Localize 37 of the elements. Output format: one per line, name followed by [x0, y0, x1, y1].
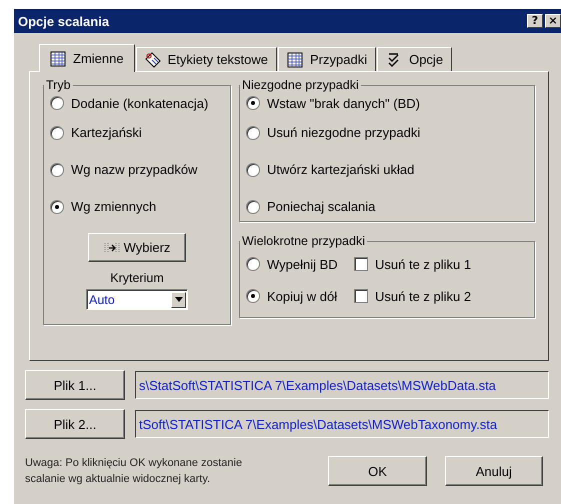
group-title: Tryb: [45, 78, 72, 92]
checkbox-option[interactable]: Usuń te z pliku 1: [354, 248, 472, 280]
radio-option[interactable]: Wg zmiennych: [50, 188, 224, 225]
file-button[interactable]: Plik 2...: [25, 409, 125, 439]
checkbox-option[interactable]: Usuń te z pliku 2: [354, 280, 472, 312]
tab[interactable]: Etykiety tekstowe: [136, 47, 278, 71]
note-text: Uwaga: Po kliknięciu OK wykonane zostanie scalanie wg aktualnie widocznej karty.: [25, 456, 244, 487]
radio-option[interactable]: Kartezjański: [50, 114, 224, 151]
tab[interactable]: Opcje: [377, 47, 452, 71]
help-button[interactable]: ?: [527, 14, 543, 28]
dropdown-arrow-icon: [174, 297, 182, 302]
file-path-field[interactable]: s\StatSoft\STATISTICA 7\Examples\Datasets\MSWebData.sta: [135, 371, 549, 399]
window-title: Opcje scalania: [18, 14, 110, 28]
tab[interactable]: Przypadki: [278, 47, 376, 71]
tag-icon: [144, 52, 161, 68]
grid-icon: [50, 50, 66, 66]
radio-option[interactable]: Usuń niezgodne przypadki: [246, 114, 528, 151]
radio-option[interactable]: Wstaw "brak danych" (BD): [246, 92, 528, 114]
close-button[interactable]: ×: [545, 14, 561, 28]
radio-option[interactable]: Utwórz kartezjański układ: [246, 151, 528, 188]
cancel-button[interactable]: Anuluj: [444, 456, 543, 486]
grid-icon: [287, 52, 304, 68]
radio-option[interactable]: Wg nazw przypadków: [50, 151, 224, 188]
group-title: Wielokrotne przypadki: [241, 234, 366, 248]
radio-option[interactable]: Kopiuj w dół: [246, 280, 354, 312]
ok-button[interactable]: OK: [328, 456, 427, 486]
criterion-label: Kryterium: [110, 271, 164, 285]
tab[interactable]: Zmienne: [39, 44, 135, 72]
select-button[interactable]: Wybierz: [88, 233, 186, 262]
radio-option[interactable]: Poniechaj scalania: [246, 188, 528, 225]
criterion-dropdown[interactable]: Auto: [86, 289, 188, 310]
file-path-field[interactable]: tSoft\STATISTICA 7\Examples\Datasets\MSWebTaxonomy.sta: [135, 410, 549, 438]
file-button[interactable]: Plik 1...: [25, 370, 125, 400]
radio-option[interactable]: Dodanie (konkatenacja): [50, 92, 224, 114]
radio-option[interactable]: Wypełnij BD: [246, 248, 354, 280]
columns-icon: [104, 242, 120, 254]
group-title: Niezgodne przypadki: [241, 78, 360, 92]
